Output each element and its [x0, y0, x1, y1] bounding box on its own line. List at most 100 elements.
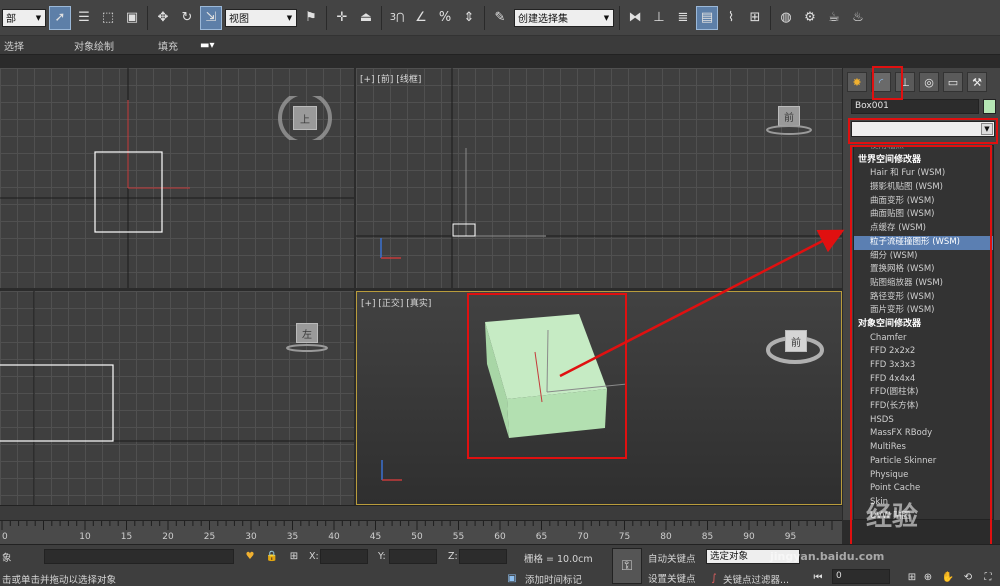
time-config-icon[interactable]: ⊞: [906, 571, 918, 583]
move-button[interactable]: ✥: [152, 6, 174, 30]
select-object-button[interactable]: ➚: [49, 5, 71, 30]
viewport-front[interactable]: [+] [前] [线框] 前: [356, 68, 842, 288]
tab-create[interactable]: ✸: [847, 72, 867, 92]
keyboard-shortcut-button[interactable]: ⏏: [355, 6, 377, 30]
box-wireframe-left[interactable]: [0, 364, 114, 442]
viewport-top[interactable]: 上: [0, 68, 354, 288]
tab-utilities[interactable]: ⚒: [967, 72, 987, 92]
time-tag-icon[interactable]: ▣: [506, 572, 518, 584]
align-button[interactable]: ⊥: [648, 6, 670, 30]
viewport-left[interactable]: 左: [0, 291, 354, 505]
maxscript-listener-field[interactable]: [44, 549, 234, 564]
current-frame-field[interactable]: 0: [832, 569, 890, 584]
modifier-list-item[interactable]: FFD(圆柱体): [854, 386, 993, 400]
selection-region-button[interactable]: ⬚: [97, 6, 119, 30]
render-setup-button[interactable]: ⚙: [799, 6, 821, 30]
modifier-list-item[interactable]: FFD 3x3x3: [854, 359, 993, 373]
modifier-list-item[interactable]: HSDS: [854, 414, 993, 428]
snap-toggle-button[interactable]: 3 ⋂: [386, 6, 408, 30]
ribbon-options-icon[interactable]: ▬▾: [200, 40, 214, 51]
modifier-list-item[interactable]: MassFX RBody: [854, 427, 993, 441]
percent-snap-button[interactable]: %: [434, 6, 456, 30]
tab-hierarchy[interactable]: ⊥: [895, 72, 915, 92]
viewcube-left[interactable]: 左: [284, 323, 334, 353]
modifier-list-item[interactable]: 贴图缩放器 (WSM): [854, 277, 993, 291]
modifier-list-item[interactable]: 路径变形 (WSM): [854, 291, 993, 305]
viewcube-perspective[interactable]: 前: [765, 320, 825, 370]
zoom-icon[interactable]: ⊕: [922, 571, 934, 583]
set-key-mode-button[interactable]: ⚿: [612, 548, 642, 584]
maximize-viewport-icon[interactable]: ⛶: [982, 571, 994, 583]
key-filters-button[interactable]: 关键点过滤器...: [723, 572, 789, 586]
material-editor-button[interactable]: ◍: [775, 6, 797, 30]
chevron-down-icon[interactable]: ▼: [981, 123, 993, 135]
modifier-list-item[interactable]: Chamfer: [854, 332, 993, 346]
modifier-list-item[interactable]: 点缓存 (WSM): [854, 222, 993, 236]
ribbon-tab-object-paint[interactable]: 对象绘制: [74, 38, 114, 53]
x-coordinate-field[interactable]: [320, 549, 368, 564]
curve-editor-button[interactable]: ⌇: [720, 6, 742, 30]
modifier-list-item[interactable]: FFD(长方体): [854, 400, 993, 414]
viewcube-top[interactable]: 上: [278, 96, 332, 140]
modifier-list-item[interactable]: 使用轴点: [854, 146, 993, 154]
scale-button[interactable]: ⇲: [200, 5, 222, 30]
set-key-button[interactable]: 设置关键点: [648, 571, 696, 585]
modifier-list-item[interactable]: 曲面变形 (WSM): [854, 195, 993, 209]
object-name-field[interactable]: Box001: [851, 99, 979, 114]
modifier-list-dropdown[interactable]: ▼: [851, 121, 995, 137]
render-frame-button[interactable]: ☕: [823, 6, 845, 30]
layer-manager-button[interactable]: ≣: [672, 6, 694, 30]
named-selection-dropdown[interactable]: 创建选择集 ▼: [514, 8, 614, 27]
tab-modify[interactable]: ◜: [871, 72, 891, 92]
viewcube-face-perspective[interactable]: 前: [785, 330, 807, 352]
modifier-list-item[interactable]: Hair 和 Fur (WSM): [854, 167, 993, 181]
modifier-list-item[interactable]: 细分 (WSM): [854, 250, 993, 264]
go-to-start-icon[interactable]: ⏮: [812, 571, 824, 583]
ribbon-tab-populate[interactable]: 填充: [158, 38, 178, 53]
modifier-list-item[interactable]: FFD 2x2x2: [854, 345, 993, 359]
modifier-list-item[interactable]: Point Cache: [854, 482, 993, 496]
modifier-list-item[interactable]: 曲面贴图 (WSM): [854, 208, 993, 222]
reference-coord-dropdown[interactable]: 视图 ▼: [225, 8, 297, 27]
auto-key-button[interactable]: 自动关键点: [648, 551, 696, 565]
tab-display[interactable]: ▭: [943, 72, 963, 92]
absolute-mode-icon[interactable]: ⊞: [288, 550, 300, 562]
modifier-list-item[interactable]: 面片变形 (WSM): [854, 304, 993, 318]
select-by-name-button[interactable]: ☰: [73, 6, 95, 30]
selection-filter-dropdown[interactable]: 部 ▼: [2, 8, 46, 27]
rotate-button[interactable]: ↻: [176, 6, 198, 30]
add-time-tag-button[interactable]: 添加时间标记: [525, 572, 582, 586]
angle-snap-button[interactable]: ∠: [410, 6, 432, 30]
viewcube-face-top[interactable]: 上: [293, 106, 317, 130]
modifier-list-item[interactable]: 摄影机贴图 (WSM): [854, 181, 993, 195]
spinner-snap-button[interactable]: ⇕: [458, 6, 480, 30]
window-crossing-button[interactable]: ▣: [121, 6, 143, 30]
timeline-ruler[interactable]: 0 10 15 20 25 30 35 40 45 50 55 60 65 70 75 80 85 90 95: [0, 520, 842, 544]
y-coordinate-field[interactable]: [389, 549, 437, 564]
tab-motion[interactable]: ◎: [919, 72, 939, 92]
modifier-list-item[interactable]: MultiRes: [854, 441, 993, 455]
object-color-swatch[interactable]: [983, 99, 996, 114]
schematic-view-button[interactable]: ⊞: [744, 6, 766, 30]
modifier-list-item[interactable]: FFD 4x4x4: [854, 373, 993, 387]
z-coordinate-field[interactable]: [459, 549, 507, 564]
graphite-tools-button[interactable]: ▤: [696, 5, 718, 30]
modifier-list-item[interactable]: Particle Skinner: [854, 455, 993, 469]
modifier-list[interactable]: 使用轴点 世界空间修改器 Hair 和 Fur (WSM) 摄影机贴图 (WSM) 曲面…: [853, 145, 994, 520]
pivot-button[interactable]: ⚑: [300, 6, 322, 30]
viewcube-front[interactable]: 前: [764, 106, 814, 136]
render-production-button[interactable]: ♨: [847, 6, 869, 30]
pan-hand-icon[interactable]: ✋: [942, 571, 954, 583]
select-manipulate-button[interactable]: ✛: [331, 6, 353, 30]
orbit-icon[interactable]: ⟲: [962, 571, 974, 583]
lock-icon[interactable]: 🔒: [266, 550, 278, 562]
mirror-button[interactable]: ⧓: [624, 6, 646, 30]
modifier-list-item[interactable]: Physique: [854, 469, 993, 483]
ribbon-tab-select[interactable]: 选择: [4, 38, 24, 53]
modifier-list-item[interactable]: 置换网格 (WSM): [854, 263, 993, 277]
time-slider[interactable]: [0, 505, 842, 520]
isolate-icon[interactable]: ♥: [244, 550, 256, 562]
edit-named-selection-button[interactable]: ✎: [489, 6, 511, 30]
viewport-perspective[interactable]: [+] [正交] [真实] 前: [356, 291, 842, 505]
modifier-list-item[interactable]: 粒子流碰撞图形 (WSM): [854, 235, 993, 250]
